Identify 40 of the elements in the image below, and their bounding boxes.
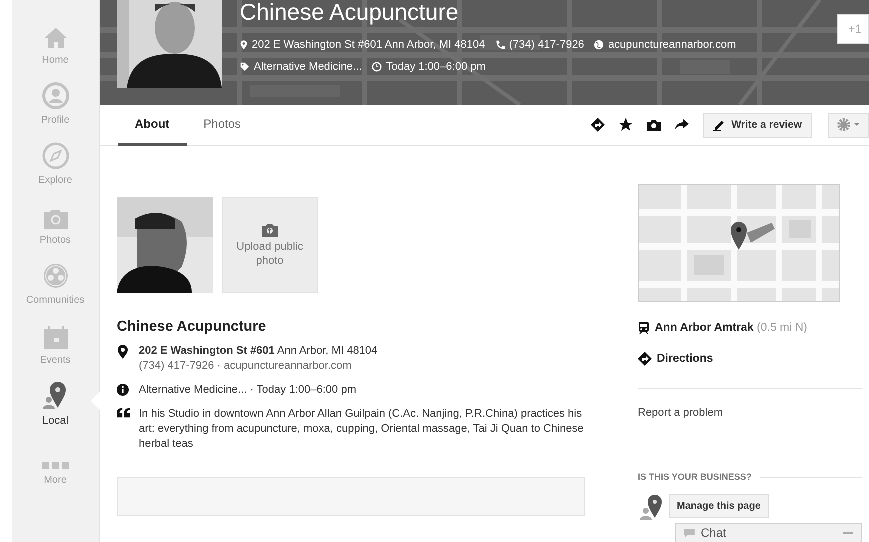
business-name: Chinese Acupuncture xyxy=(117,319,268,335)
write-review-button[interactable]: Write a review xyxy=(702,112,812,138)
compass-icon xyxy=(42,142,70,170)
manage-page-button[interactable]: Manage this page xyxy=(669,494,769,518)
chat-bubble-icon xyxy=(684,528,695,538)
directions-icon xyxy=(638,352,652,366)
map-pin-person-icon xyxy=(640,492,664,520)
pencil-icon xyxy=(712,119,727,131)
profile-icon xyxy=(42,82,70,110)
camera-icon xyxy=(262,222,278,236)
transit-station-text: Ann Arbor Amtrak (0.5 mi N) xyxy=(655,322,808,334)
section-heading: IS THIS YOUR BUSINESS? xyxy=(638,472,752,482)
more-icon xyxy=(42,462,70,470)
tab[interactable]: About xyxy=(118,105,187,146)
map-pin-icon xyxy=(117,345,129,359)
category-hours-text: Alternative Medicine... · Today 1:00–6:00 pm xyxy=(139,383,356,398)
caret-icon xyxy=(854,123,860,127)
sidebar-item[interactable]: Local xyxy=(12,380,99,440)
star-icon[interactable] xyxy=(618,118,633,132)
settings-icon xyxy=(837,118,851,132)
chat-label[interactable]: Chat xyxy=(701,526,726,540)
settings-button[interactable] xyxy=(828,112,869,138)
tab[interactable]: Photos xyxy=(186,105,258,146)
directions-icon[interactable] xyxy=(590,118,605,132)
address-text: 202 E Washington St #601 Ann Arbor, MI 48104 xyxy=(139,344,378,359)
directions-link[interactable]: Directions xyxy=(657,353,714,365)
description-text: In his Studio in downtown Ann Arbor Allan Guilpain (C.Ac. Nanjing, P.R.China) practices his art: everything from acupuncture, moxa, cupping, Oriental massage, Tai Ji Quan to Chinese herbal teas xyxy=(139,407,585,452)
upload-photo-button[interactable]: Upload public photo xyxy=(222,197,318,293)
calendar-icon xyxy=(42,326,68,350)
quote-icon xyxy=(117,408,130,418)
communities-icon xyxy=(42,262,70,290)
train-icon xyxy=(638,322,650,334)
share-arrow-icon[interactable] xyxy=(674,119,689,131)
contact-text: (734) 417-7926 · acupunctureannarbor.com xyxy=(139,359,353,374)
camera-icon[interactable] xyxy=(646,119,661,131)
report-problem-link[interactable]: Report a problem xyxy=(638,407,862,419)
home-icon xyxy=(44,26,68,50)
selection-pointer xyxy=(91,392,100,410)
camera-icon xyxy=(42,208,68,230)
info-icon xyxy=(117,384,129,396)
